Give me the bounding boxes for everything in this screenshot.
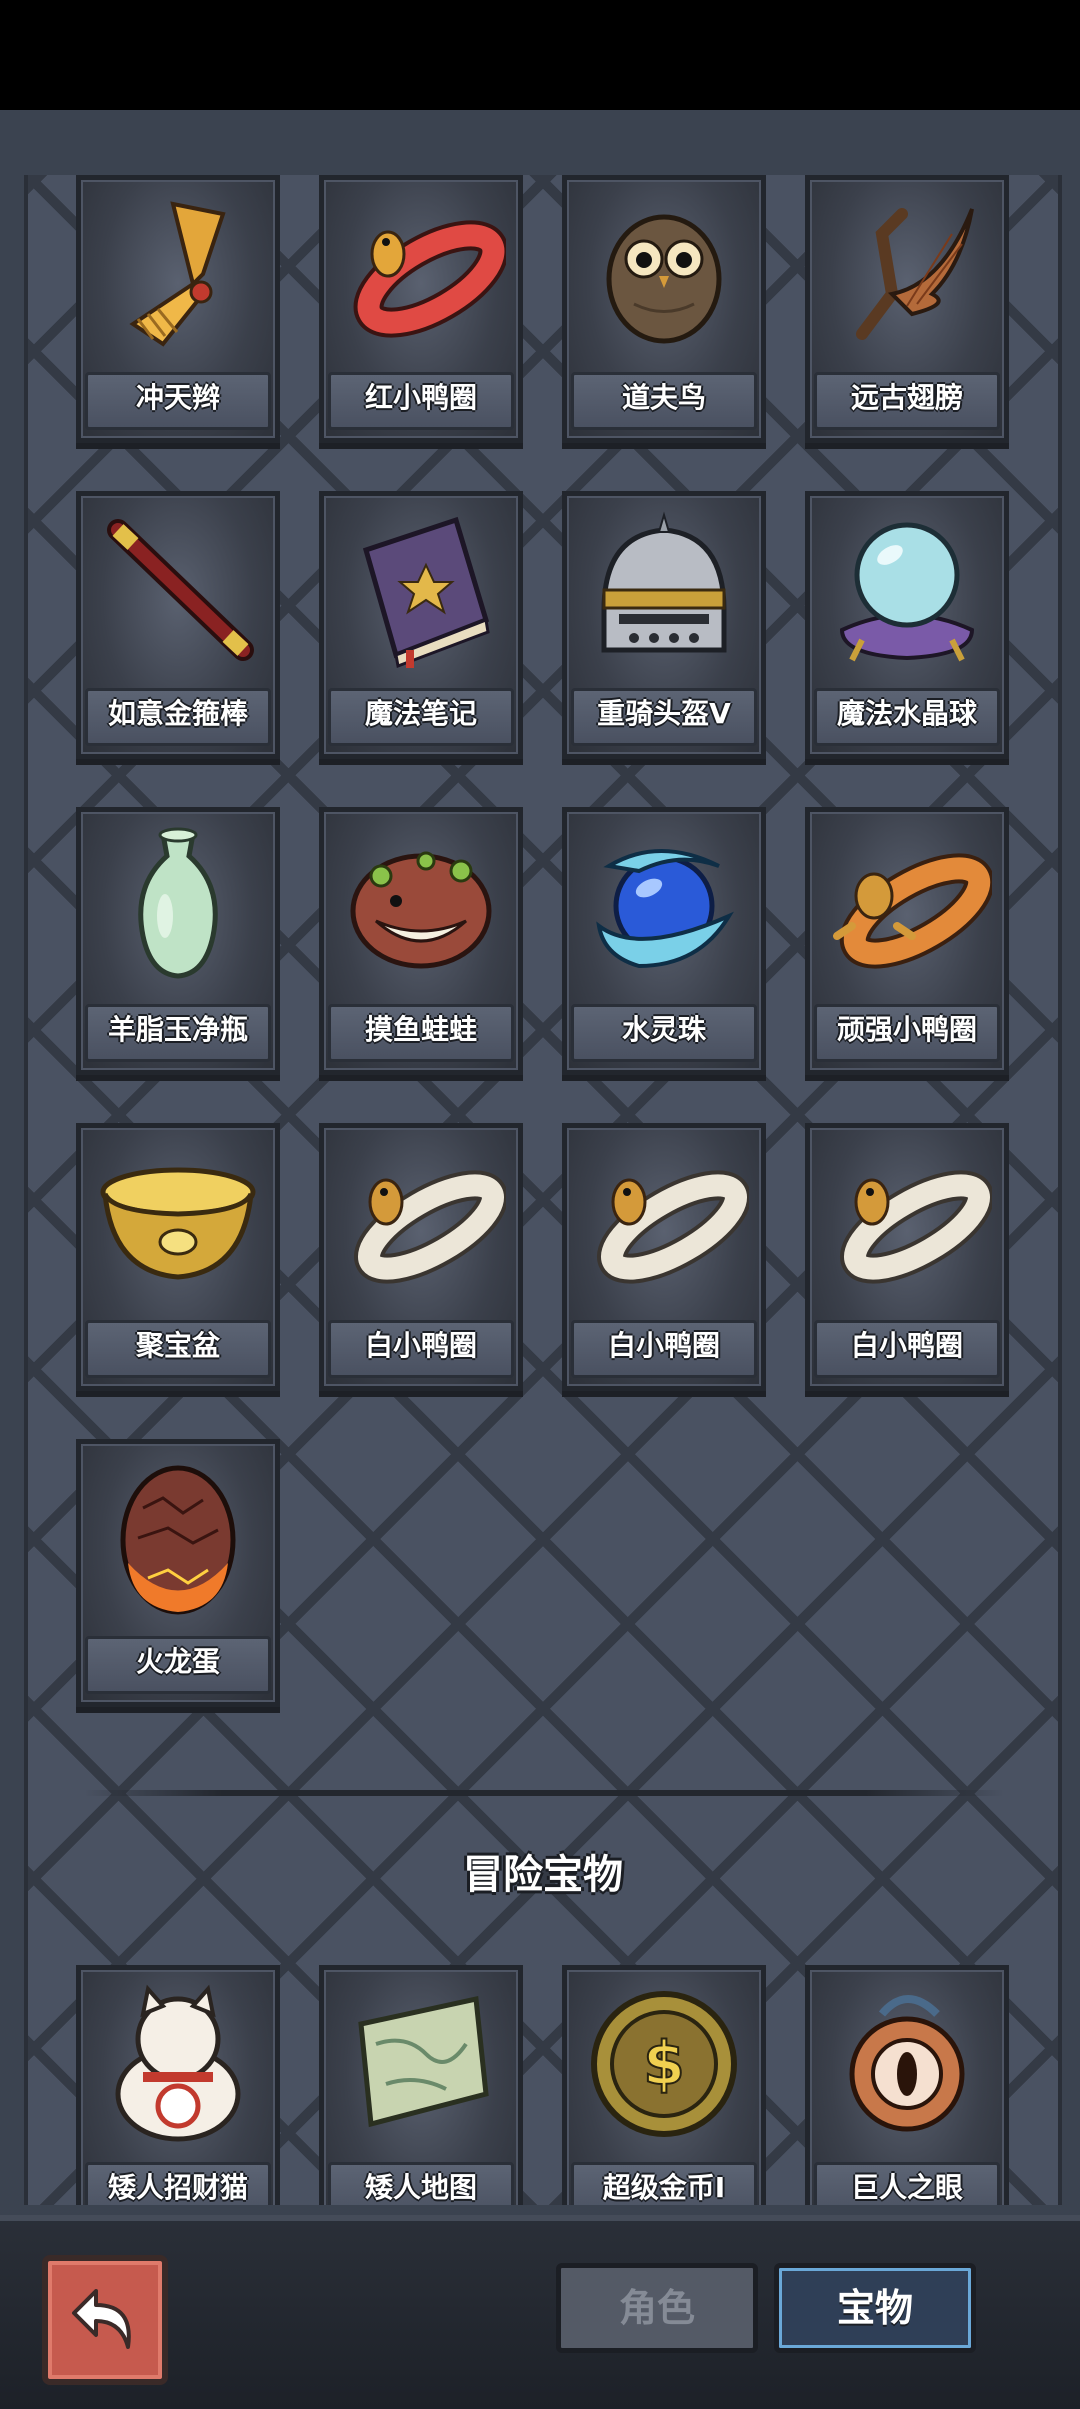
slot-label: 羊脂玉净瓶 bbox=[85, 1004, 271, 1062]
red-duck-ring-icon bbox=[336, 194, 506, 354]
treasure-slot-white-duck-ring-2[interactable]: 白小鸭圈 bbox=[562, 1123, 766, 1391]
owl-icon bbox=[579, 194, 749, 354]
golden-tassel-icon bbox=[93, 194, 263, 354]
slot-label: 火龙蛋 bbox=[85, 1636, 271, 1694]
orange-duck-ring-icon bbox=[822, 826, 992, 986]
slot-label: 重骑头盔V bbox=[571, 688, 757, 746]
gold-coin-icon: $ bbox=[579, 1984, 749, 2144]
treasure-slot-water-orb[interactable]: 水灵珠 bbox=[562, 807, 766, 1075]
slot-label: 摸鱼蛙蛙 bbox=[328, 1004, 514, 1062]
treasure-slot-frog[interactable]: 摸鱼蛙蛙 bbox=[319, 807, 523, 1075]
treasure-slot-chongtianbian[interactable]: 冲天辫 bbox=[76, 175, 280, 443]
section-divider bbox=[84, 1790, 1004, 1796]
tab-treasure[interactable]: 宝物 bbox=[774, 2263, 976, 2353]
magic-book-icon bbox=[336, 510, 506, 670]
slot-label: 道夫鸟 bbox=[571, 372, 757, 430]
slot-label: 白小鸭圈 bbox=[814, 1320, 1000, 1378]
treasure-slot-magic-book[interactable]: 魔法笔记 bbox=[319, 491, 523, 759]
treasure-slot-jade-vase[interactable]: 羊脂玉净瓶 bbox=[76, 807, 280, 1075]
bottom-bar: 角色 宝物 bbox=[0, 2215, 1080, 2409]
tab-role[interactable]: 角色 bbox=[556, 2263, 758, 2353]
golden-staff-icon bbox=[93, 510, 263, 670]
white-duck-ring-icon bbox=[579, 1142, 749, 1302]
crystal-ball-icon bbox=[822, 510, 992, 670]
section-title-adventure-treasures: 冒险宝物 bbox=[463, 1852, 623, 1898]
adventure-slot-gold-coin[interactable]: $ 超级金币I bbox=[562, 1965, 766, 2205]
white-duck-ring-icon bbox=[822, 1142, 992, 1302]
slot-label: 水灵珠 bbox=[571, 1004, 757, 1062]
slot-label: 红小鸭圈 bbox=[328, 372, 514, 430]
fire-dragon-egg-icon bbox=[93, 1458, 263, 1618]
treasure-slot-golden-staff[interactable]: 如意金箍棒 bbox=[76, 491, 280, 759]
adventure-slot-giant-eye[interactable]: 巨人之眼 bbox=[805, 1965, 1009, 2205]
map-scroll-icon bbox=[336, 1984, 506, 2144]
slot-label: 白小鸭圈 bbox=[571, 1320, 757, 1378]
water-orb-icon bbox=[579, 826, 749, 986]
slot-label: 矮人招财猫 bbox=[85, 2162, 271, 2205]
slot-label: 如意金箍棒 bbox=[85, 688, 271, 746]
back-button[interactable] bbox=[42, 2255, 168, 2385]
ancient-wing-icon bbox=[822, 194, 992, 354]
treasure-slot-red-duck-ring[interactable]: 红小鸭圈 bbox=[319, 175, 523, 443]
status-bar bbox=[0, 0, 1080, 110]
back-arrow-icon bbox=[72, 2289, 131, 2349]
slot-label: 白小鸭圈 bbox=[328, 1320, 514, 1378]
treasure-slot-owl[interactable]: 道夫鸟 bbox=[562, 175, 766, 443]
slot-label: 魔法水晶球 bbox=[814, 688, 1000, 746]
treasure-slot-crystal-ball[interactable]: 魔法水晶球 bbox=[805, 491, 1009, 759]
treasure-slot-white-duck-ring-3[interactable]: 白小鸭圈 bbox=[805, 1123, 1009, 1391]
treasure-slot-orange-duck-ring[interactable]: 顽强小鸭圈 bbox=[805, 807, 1009, 1075]
treasure-panel[interactable]: 冲天辫 红小鸭圈 道夫鸟 远古翅膀 如意金箍棒 魔法笔记 重骑头盔V 魔法水晶球… bbox=[24, 175, 1062, 2205]
slot-label: 冲天辫 bbox=[85, 372, 271, 430]
white-duck-ring-icon bbox=[336, 1142, 506, 1302]
jade-vase-icon bbox=[93, 826, 263, 986]
treasure-slot-ancient-wing[interactable]: 远古翅膀 bbox=[805, 175, 1009, 443]
slot-label: 矮人地图 bbox=[328, 2162, 514, 2205]
giant-eye-icon bbox=[822, 1984, 992, 2144]
slot-label: 超级金币I bbox=[571, 2162, 757, 2205]
adventure-slot-map[interactable]: 矮人地图 bbox=[319, 1965, 523, 2205]
knight-helmet-icon bbox=[579, 510, 749, 670]
svg-text:$: $ bbox=[643, 2029, 685, 2099]
treasure-slot-treasure-bowl[interactable]: 聚宝盆 bbox=[76, 1123, 280, 1391]
treasure-slot-white-duck-ring-1[interactable]: 白小鸭圈 bbox=[319, 1123, 523, 1391]
treasure-slot-fire-dragon-egg[interactable]: 火龙蛋 bbox=[76, 1439, 280, 1707]
treasure-bowl-icon bbox=[93, 1142, 263, 1302]
adventure-slot-lucky-cat[interactable]: 矮人招财猫 bbox=[76, 1965, 280, 2205]
frog-icon bbox=[336, 826, 506, 986]
treasure-slot-knight-helmet[interactable]: 重骑头盔V bbox=[562, 491, 766, 759]
slot-label: 魔法笔记 bbox=[328, 688, 514, 746]
slot-label: 聚宝盆 bbox=[85, 1320, 271, 1378]
slot-label: 远古翅膀 bbox=[814, 372, 1000, 430]
slot-label: 巨人之眼 bbox=[814, 2162, 1000, 2205]
lucky-cat-icon bbox=[93, 1984, 263, 2144]
slot-label: 顽强小鸭圈 bbox=[814, 1004, 1000, 1062]
